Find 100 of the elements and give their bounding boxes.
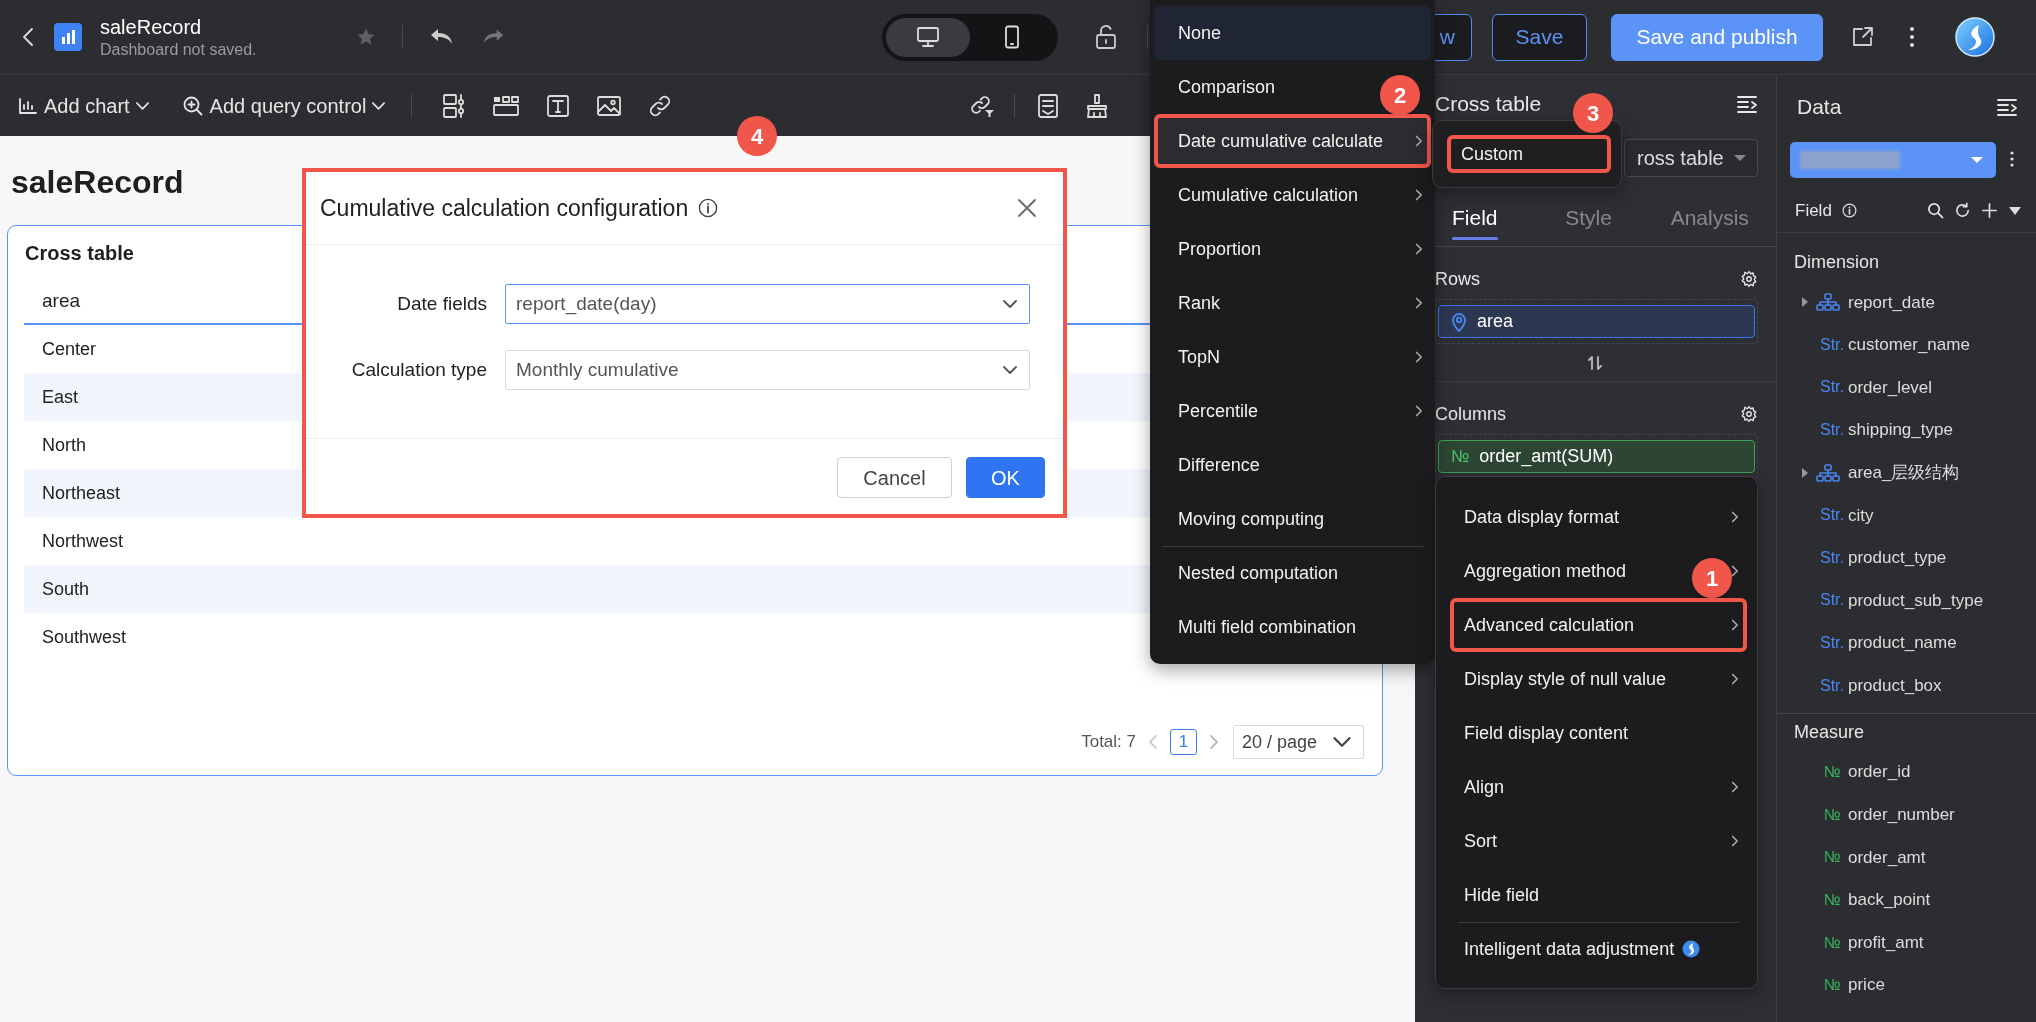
dimension-field[interactable]: Str. product_box: [1777, 664, 2036, 707]
dimension-field[interactable]: report_date: [1777, 281, 2036, 324]
dimension-field[interactable]: Str. product_type: [1777, 536, 2036, 580]
chevron-right-icon: [1413, 351, 1423, 363]
table-cell-text: Southwest: [42, 625, 127, 649]
select-field[interactable]: Monthly cumulative: [505, 350, 1030, 390]
add-icon[interactable]: [1981, 202, 1998, 219]
back-icon[interactable]: [20, 27, 36, 47]
menu-item[interactable]: Multi field combination: [1154, 600, 1431, 654]
more-icon[interactable]: [1909, 25, 1915, 49]
measure-field[interactable]: № price: [1777, 963, 2036, 1007]
menu-item[interactable]: Percentile: [1154, 384, 1431, 438]
panel-title: Data: [1797, 94, 1842, 121]
settings-icon[interactable]: [1740, 405, 1758, 423]
info-icon[interactable]: [698, 198, 719, 218]
dimension-field[interactable]: Str. product_sub_type: [1777, 579, 2036, 622]
tab-card-icon[interactable]: [492, 94, 521, 117]
menu-item[interactable]: Nested computation: [1154, 546, 1431, 600]
menu-item[interactable]: Advanced calculation: [1450, 598, 1747, 652]
measure-field[interactable]: № order_amt: [1777, 836, 2036, 879]
chevron-right-icon: [1413, 135, 1423, 147]
dashboard-title: saleRecord: [100, 14, 202, 40]
menu-item[interactable]: Hide field: [1450, 868, 1747, 922]
add-query-control-menu[interactable]: Add query control: [181, 90, 386, 121]
document-icon[interactable]: [1037, 92, 1060, 119]
chevron-right-icon: [1729, 673, 1739, 685]
menu-item[interactable]: None: [1154, 6, 1431, 60]
chevron-right-icon: [1413, 297, 1423, 309]
chevron-right-icon: [1413, 405, 1423, 417]
text-icon[interactable]: [546, 93, 571, 118]
page-number[interactable]: 1: [1170, 729, 1197, 755]
dimension-field[interactable]: Str. order_level: [1777, 366, 2036, 409]
menu-item[interactable]: TopN: [1154, 330, 1431, 384]
link-filter-icon[interactable]: [970, 93, 997, 118]
collapse-panel-icon[interactable]: [1996, 98, 2018, 116]
lock-icon[interactable]: [1095, 24, 1117, 50]
caret-down-icon[interactable]: [2008, 205, 2022, 216]
layout-icon[interactable]: [442, 92, 467, 119]
image-icon[interactable]: [596, 94, 623, 117]
measure-field[interactable]: № back_point: [1777, 878, 2036, 922]
menu-item[interactable]: Date cumulative calculate: [1154, 114, 1431, 168]
table-cell-text: North: [42, 433, 86, 457]
settings-icon[interactable]: [1740, 270, 1758, 288]
close-button[interactable]: [1017, 198, 1037, 218]
header-button[interactable]: Save: [1492, 13, 1587, 61]
menu-item[interactable]: Display style of null value: [1450, 652, 1747, 706]
cancel-button[interactable]: Cancel: [837, 457, 952, 498]
swap-icon[interactable]: [1587, 354, 1602, 371]
desktop-view-tab[interactable]: [886, 17, 970, 57]
dimension-field[interactable]: Str. city: [1777, 493, 2036, 537]
panel-tab[interactable]: Analysis: [1670, 189, 1776, 246]
broom-icon[interactable]: [1085, 92, 1110, 119]
menu-item[interactable]: Intelligent data adjustment: [1450, 922, 1747, 976]
menu-item[interactable]: Align: [1450, 760, 1747, 814]
monitor-icon: [916, 26, 940, 48]
caret-down-icon: [1970, 156, 1984, 164]
chevron-right-icon: [1729, 565, 1739, 577]
ok-button[interactable]: OK: [966, 457, 1045, 498]
collapse-panel-icon[interactable]: [1736, 95, 1758, 113]
field-chip[interactable]: area: [1438, 305, 1755, 338]
table-cell-text: East: [42, 385, 79, 409]
dimension-field[interactable]: Str. shipping_type: [1777, 408, 2036, 452]
menu-item[interactable]: Moving computing: [1154, 492, 1431, 546]
panel-tab[interactable]: Style: [1565, 189, 1671, 246]
menu-item[interactable]: Difference: [1154, 438, 1431, 492]
measure-field[interactable]: № profit_amt: [1777, 921, 2036, 964]
menu-item[interactable]: Data display format: [1450, 490, 1747, 544]
table-cell-text: Northwest: [42, 529, 124, 553]
dimension-field[interactable]: Str. product_name: [1777, 621, 2036, 665]
collapse-caret-icon[interactable]: [1800, 467, 1810, 478]
menu-item[interactable]: Field display content: [1450, 706, 1747, 760]
field-chip[interactable]: № order_amt(SUM): [1438, 440, 1755, 473]
page-size-select[interactable]: 20 / page: [1233, 725, 1364, 759]
measure-field[interactable]: № order_number: [1777, 793, 2036, 837]
refresh-icon[interactable]: [1954, 202, 1971, 219]
menu-item[interactable]: Proportion: [1154, 222, 1431, 276]
chart-type-select[interactable]: ross table: [1624, 139, 1758, 177]
share-icon[interactable]: [1851, 25, 1875, 49]
collapse-caret-icon[interactable]: [1800, 297, 1810, 308]
search-icon[interactable]: [1927, 202, 1944, 219]
panel-title: Cross table: [1435, 91, 1542, 118]
add-chart-menu[interactable]: Add chart: [18, 90, 149, 121]
menu-item[interactable]: Cumulative calculation: [1154, 168, 1431, 222]
avatar-icon[interactable]: [1955, 17, 1995, 57]
total-count: Total: 7: [1081, 731, 1136, 754]
select-field[interactable]: report_date(day): [505, 284, 1030, 324]
caret-icon: [372, 101, 386, 110]
menu-item[interactable]: Sort: [1450, 814, 1747, 868]
dimension-field[interactable]: area_层级结构: [1777, 451, 2036, 494]
panel-tab[interactable]: Field: [1435, 189, 1566, 246]
measure-field[interactable]: № order_id: [1777, 750, 2036, 794]
link-icon[interactable]: [648, 93, 673, 118]
dimension-field[interactable]: Str. customer_name: [1777, 323, 2036, 367]
menu-item[interactable]: Rank: [1154, 276, 1431, 330]
table-cell-text: Center: [42, 337, 97, 361]
star-icon[interactable]: [356, 27, 376, 47]
save-status: Dashboard not saved.: [100, 39, 257, 60]
chevron-right-icon: [1729, 835, 1739, 847]
menu-item[interactable]: Custom: [1447, 135, 1611, 173]
more-icon[interactable]: [2010, 150, 2014, 167]
